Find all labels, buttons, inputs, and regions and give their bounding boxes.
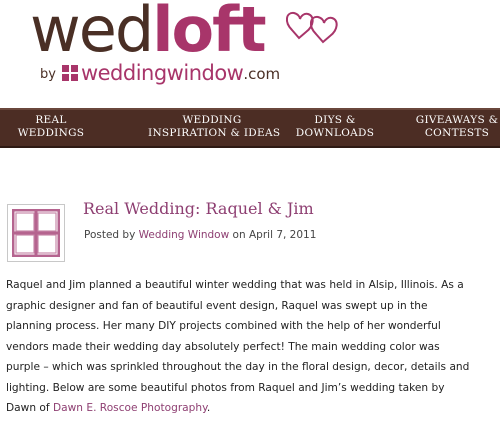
- post-date: April 7, 2011: [248, 229, 317, 241]
- main-nav: REAL WEDDINGS WEDDING INSPIRATION & IDEA…: [0, 108, 500, 148]
- logo-wordmark: wedloft: [30, 0, 267, 66]
- post-title-link[interactable]: Real Wedding: Raquel & Jim: [83, 199, 314, 218]
- nav-item-real-weddings[interactable]: REAL WEDDINGS: [13, 114, 89, 144]
- body-line: planning process. Her many DIY projects …: [6, 320, 441, 332]
- hearts-icon: [286, 11, 338, 44]
- author-link[interactable]: Wedding Window: [139, 229, 230, 241]
- post-thumbnail[interactable]: [7, 204, 65, 262]
- body-line: vendors made their wedding day absolutel…: [6, 340, 440, 353]
- body-line: purple – which was sprinkled throughout …: [6, 361, 470, 373]
- nav-item-giveaways-contests[interactable]: GIVEAWAYS & CONTESTS: [414, 114, 500, 144]
- nav-item-inspiration-ideas[interactable]: WEDDING INSPIRATION & IDEAS: [148, 114, 280, 144]
- logo-byline: by weddingwindow.com: [40, 61, 281, 85]
- body-line: Raquel and Jim planned a beautiful winte…: [6, 279, 464, 291]
- body-line: lighting. Below are some beautiful photo…: [6, 381, 445, 394]
- post-meta: Posted by Wedding Window on April 7, 201…: [84, 229, 317, 241]
- body-line: graphic designer and fan of beautiful ev…: [6, 299, 428, 312]
- post-body: Raquel and Jim planned a beautiful winte…: [6, 275, 496, 419]
- window-grid-icon: [12, 209, 60, 257]
- site-logo[interactable]: wedloft by weddingwindow.com: [30, 0, 430, 100]
- photographer-link[interactable]: Dawn E. Roscoe Photography: [53, 402, 207, 414]
- body-line-last: Dawn of Dawn E. Roscoe Photography.: [6, 402, 211, 414]
- window-grid-icon: [61, 65, 78, 81]
- nav-item-diys-downloads[interactable]: DIYS & DOWNLOADS: [294, 114, 376, 144]
